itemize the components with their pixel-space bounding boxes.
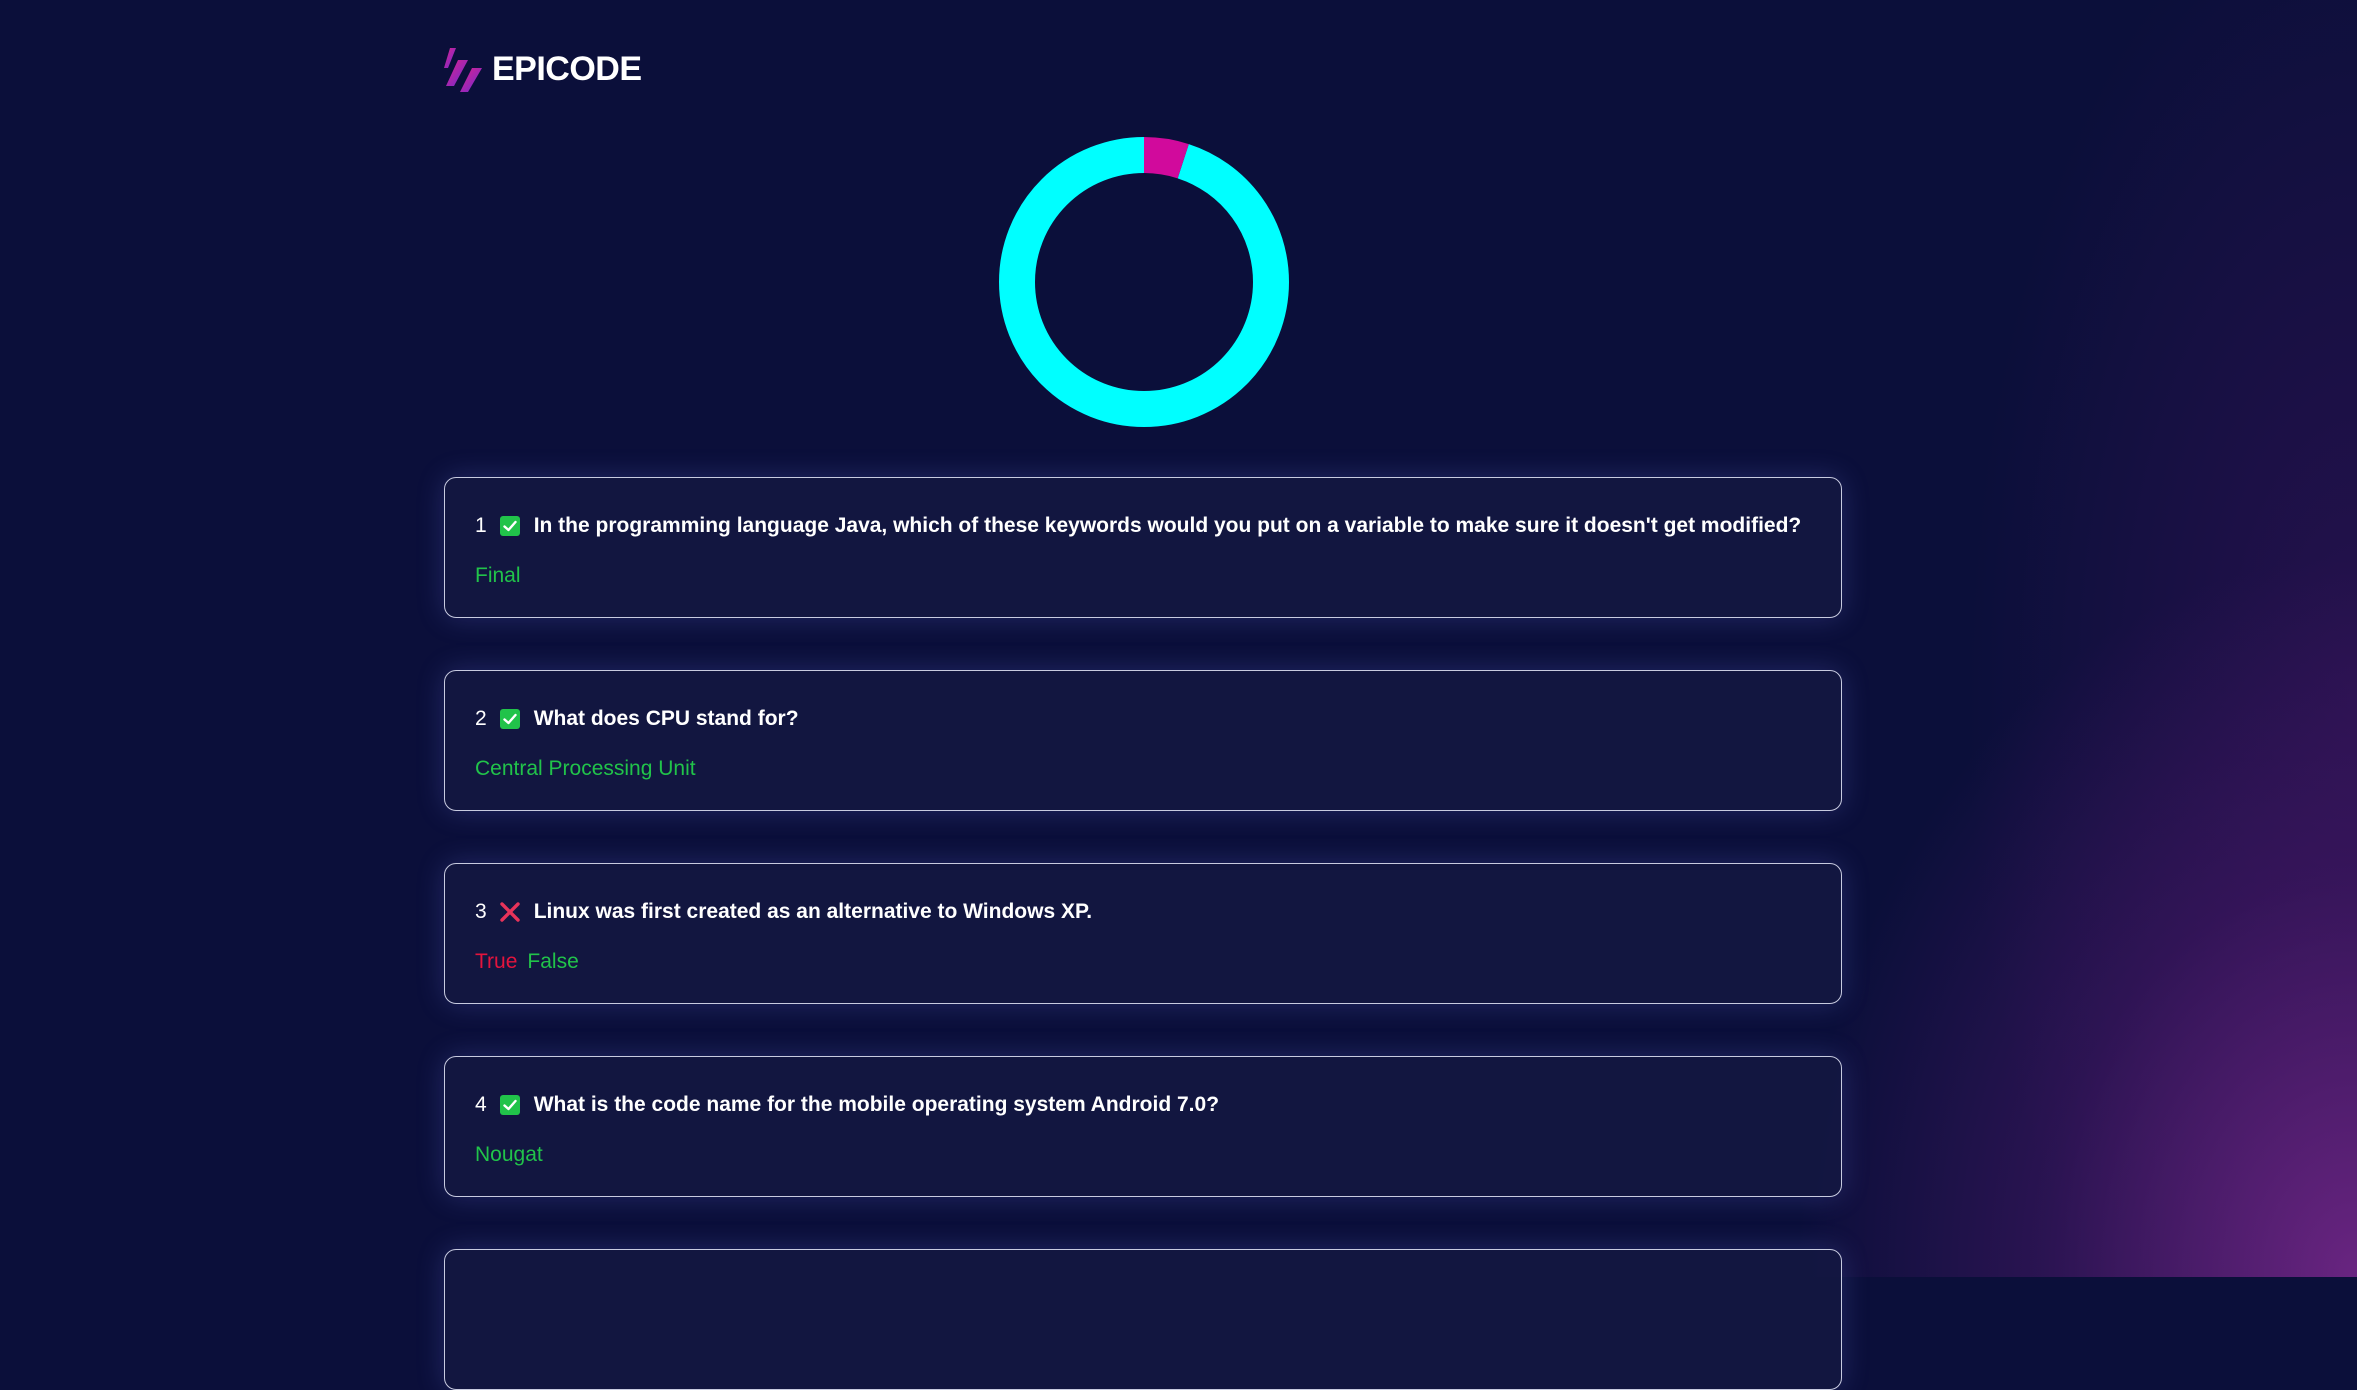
epicode-logo-icon <box>444 48 482 92</box>
question-text: Linux was first created as an alternativ… <box>533 900 1093 923</box>
epicode-logo[interactable]: EPICODE <box>444 46 642 92</box>
donut-correct-segment <box>999 137 1289 427</box>
question-card: 4 What is the code name for the mobile o… <box>444 1056 1842 1197</box>
question-card: 1 In the programming language Java, whic… <box>444 477 1842 618</box>
question-card: 3 Linux was first created as an alternat… <box>444 863 1842 1004</box>
question-number: 1 <box>475 514 487 537</box>
correct-answer: False <box>527 950 579 973</box>
question-header: 1 In the programming language Java, whic… <box>475 512 1801 540</box>
check-icon <box>499 708 521 730</box>
score-donut-chart <box>999 137 1289 427</box>
question-header: 2 What does CPU stand for? <box>475 705 799 733</box>
question-card: 2 What does CPU stand for? Central Proce… <box>444 670 1842 811</box>
question-header: 4 What is the code name for the mobile o… <box>475 1091 1219 1119</box>
answer-list: Nougat <box>475 1143 543 1167</box>
question-header: 3 Linux was first created as an alternat… <box>475 898 1092 926</box>
brand-name: EPICODE <box>492 49 642 88</box>
check-icon <box>499 515 521 537</box>
check-icon <box>499 1094 521 1116</box>
question-text: In the programming language Java, which … <box>533 514 1802 537</box>
question-card-partial <box>444 1249 1842 1390</box>
question-number: 2 <box>475 707 487 730</box>
correct-answer: Central Processing Unit <box>475 757 696 780</box>
answer-list: Central Processing Unit <box>475 757 696 781</box>
answer-list: True False <box>475 950 579 974</box>
cross-icon <box>499 901 521 923</box>
donut-svg <box>999 137 1289 427</box>
question-text: What does CPU stand for? <box>533 707 799 730</box>
wrong-answer: True <box>475 950 518 973</box>
answer-list: Final <box>475 564 521 588</box>
question-number: 4 <box>475 1093 487 1116</box>
correct-answer: Final <box>475 564 521 587</box>
question-text: What is the code name for the mobile ope… <box>533 1093 1220 1116</box>
correct-answer: Nougat <box>475 1143 543 1166</box>
question-number: 3 <box>475 900 487 923</box>
